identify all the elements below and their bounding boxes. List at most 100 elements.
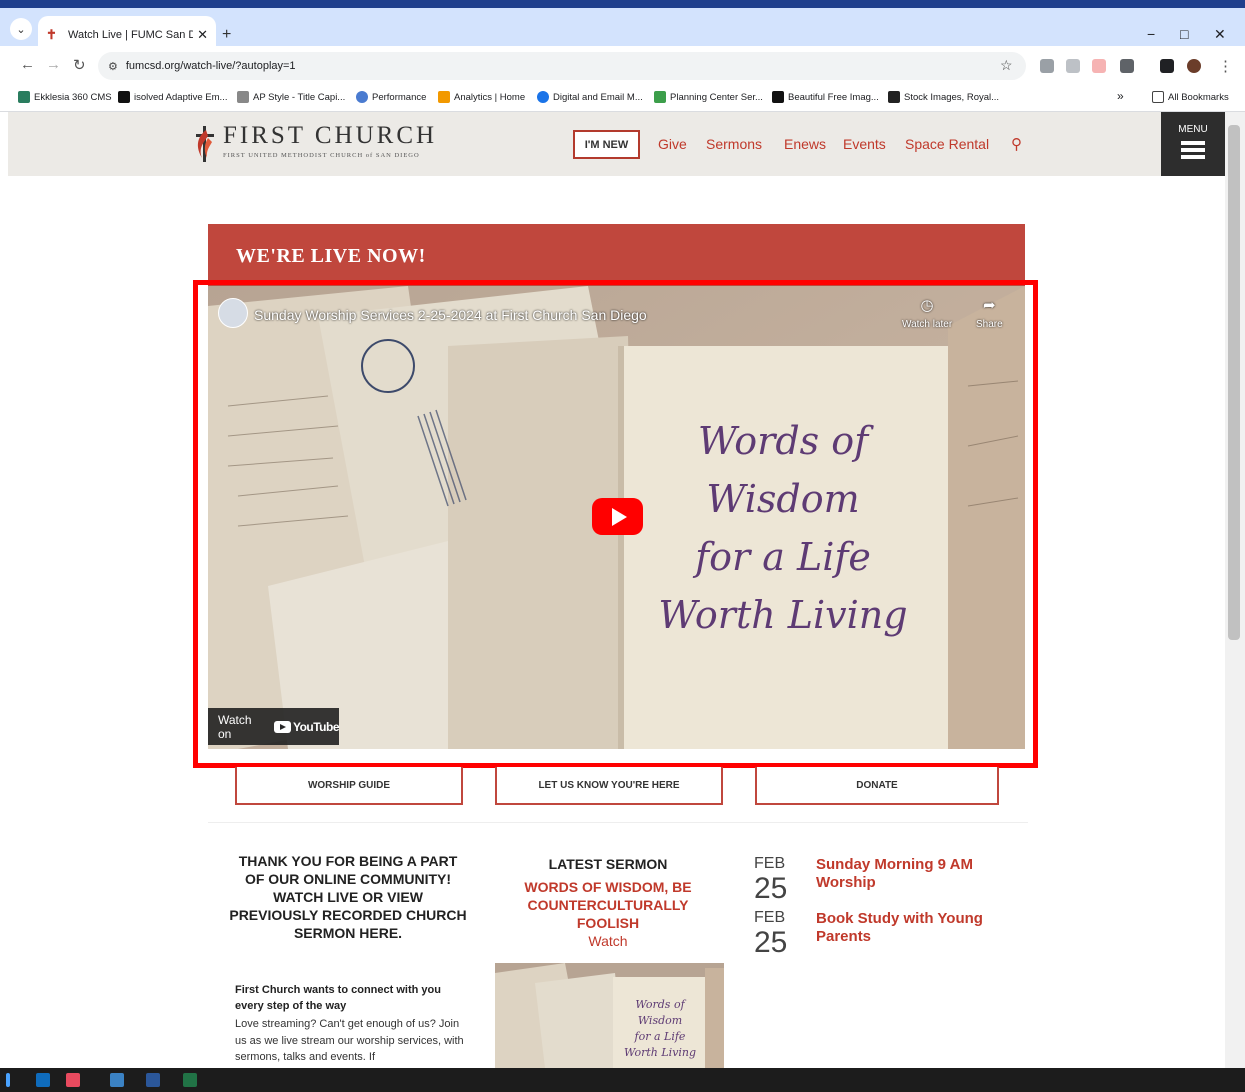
connect-body: Love streaming? Can't get enough of us? …	[235, 1018, 464, 1063]
bookmark-item[interactable]: Digital and Email M...	[537, 91, 643, 103]
event-day: 25	[754, 872, 788, 905]
outlook-icon[interactable]	[36, 1073, 50, 1087]
bookmark-favicon-icon	[654, 91, 666, 103]
scrollbar-thumb[interactable]	[1228, 125, 1240, 640]
gmail-extension-icon[interactable]	[1092, 59, 1106, 73]
fumc-favicon-icon: ✝	[46, 27, 57, 42]
bookmark-item[interactable]: Performance	[356, 91, 426, 103]
url-text: fumcsd.org/watch-live/?autoplay=1	[125, 60, 296, 72]
bookmarks-bar: Ekklesia 360 CMS isolved Adaptive Em... …	[0, 86, 1245, 112]
donate-button[interactable]: DONATE	[755, 767, 999, 805]
profile-avatar[interactable]	[1187, 59, 1201, 73]
bookmark-item[interactable]: AP Style - Title Capi...	[237, 91, 345, 103]
event-month: FEB	[754, 855, 786, 872]
event-month: FEB	[754, 909, 786, 926]
event-title-link[interactable]: Book Study with Young Parents	[816, 910, 1016, 946]
photo-app-icon[interactable]	[110, 1073, 124, 1087]
close-window-button[interactable]: ✕	[1214, 26, 1226, 43]
address-bar[interactable]: ⚙ fumcsd.org/watch-live/?autoplay=1	[98, 52, 1026, 80]
bookmarks-overflow-button[interactable]: »	[1117, 89, 1124, 103]
os-taskbar	[0, 1068, 1245, 1092]
tab-search-icon[interactable]: ⌄	[10, 18, 32, 40]
camera-extension-icon[interactable]	[1066, 59, 1080, 73]
new-tab-button[interactable]: +	[222, 26, 231, 44]
divider	[208, 822, 1028, 823]
bookmark-item[interactable]: Planning Center Ser...	[654, 91, 763, 103]
nav-give[interactable]: Give	[658, 136, 687, 152]
web-page: FIRST CHURCH FIRST UNITED METHODIST CHUR…	[8, 112, 1225, 1068]
logo-title[interactable]: FIRST CHURCH	[223, 122, 437, 150]
bookmark-item[interactable]: Stock Images, Royal...	[888, 91, 999, 103]
thumb-text: Words of Wisdom for a Life Worth Living	[615, 997, 705, 1061]
start-icon[interactable]	[6, 1073, 10, 1087]
extensions-puzzle-icon[interactable]	[1120, 59, 1134, 73]
search-icon[interactable]: ⚲	[1011, 135, 1022, 153]
hamburger-icon	[1181, 141, 1205, 159]
bookmark-item[interactable]: Analytics | Home	[438, 91, 525, 103]
highlight-annotation	[193, 280, 1038, 768]
browser-chrome: ⌄ ✝ Watch Live | FUMC San Diego ✕ + − □ …	[0, 0, 1245, 112]
site-info-icon[interactable]: ⚙	[108, 60, 118, 73]
bookmark-item[interactable]: Beautiful Free Imag...	[772, 91, 879, 103]
bookmark-item[interactable]: Ekklesia 360 CMS	[18, 91, 112, 103]
thumb-line: Words of	[635, 998, 685, 1011]
thumb-line: Worth Living	[623, 1046, 697, 1059]
let-us-know-button[interactable]: LET US KNOW YOU'RE HERE	[495, 767, 723, 805]
bookmark-favicon-icon	[537, 91, 549, 103]
nav-events[interactable]: Events	[843, 136, 886, 152]
bookmark-favicon-icon	[356, 91, 368, 103]
bookmark-favicon-icon	[772, 91, 784, 103]
analytics-icon	[438, 91, 450, 103]
tab-strip: ⌄ ✝ Watch Live | FUMC San Diego ✕ + − □ …	[0, 8, 1245, 54]
extension-icon[interactable]	[1040, 59, 1054, 73]
minimize-button[interactable]: −	[1147, 26, 1155, 42]
bookmark-label: Stock Images, Royal...	[904, 91, 1000, 103]
bookmark-label: AP Style - Title Capi...	[253, 91, 346, 103]
nav-space-rental[interactable]: Space Rental	[905, 136, 989, 152]
bookmark-label: Planning Center Ser...	[670, 91, 763, 103]
all-bookmarks-label: All Bookmarks	[1168, 91, 1229, 103]
bookmark-label: Digital and Email M...	[553, 91, 643, 103]
sermon-thumbnail[interactable]: Words of Wisdom for a Life Worth Living	[495, 963, 724, 1068]
community-heading: THANK YOU FOR BEING A PART OF OUR ONLINE…	[229, 853, 467, 941]
latest-sermon-heading: LATEST SERMON	[548, 856, 668, 872]
maximize-button[interactable]: □	[1180, 26, 1188, 42]
thumb-line: for a Life	[634, 1030, 686, 1043]
bookmark-star-icon[interactable]: ☆	[1000, 57, 1013, 74]
bookmark-label: Beautiful Free Imag...	[788, 91, 879, 103]
all-bookmarks-button[interactable]: All Bookmarks	[1152, 91, 1229, 103]
event-title-link[interactable]: Sunday Morning 9 AM Worship	[816, 856, 1016, 892]
tab-close-icon[interactable]: ✕	[197, 27, 208, 43]
bookmark-label: isolved Adaptive Em...	[134, 91, 228, 103]
nav-sermons[interactable]: Sermons	[706, 136, 762, 152]
connect-heading: First Church wants to connect with you e…	[235, 984, 441, 1012]
reload-icon[interactable]: ↻	[73, 56, 86, 74]
im-new-button[interactable]: I'M NEW	[573, 130, 640, 159]
bookmark-favicon-icon	[237, 91, 249, 103]
worship-guide-button[interactable]: WORSHIP GUIDE	[235, 767, 463, 805]
more-menu-icon[interactable]: ⋮	[1218, 57, 1233, 75]
sermon-watch-link[interactable]: Watch	[498, 933, 718, 949]
tab-title: Watch Live | FUMC San Diego	[68, 29, 194, 41]
word-icon[interactable]	[146, 1073, 160, 1087]
site-header: FIRST CHURCH FIRST UNITED METHODIST CHUR…	[8, 112, 1225, 176]
bookmark-label: Performance	[372, 91, 427, 103]
bookmark-favicon-icon	[18, 91, 30, 103]
event-day: 25	[754, 926, 788, 959]
back-icon[interactable]: ←	[20, 56, 35, 73]
nav-enews[interactable]: Enews	[784, 136, 826, 152]
side-panel-icon[interactable]	[1160, 59, 1174, 73]
bookmark-label: Ekklesia 360 CMS	[34, 91, 112, 103]
live-heading: WE'RE LIVE NOW!	[236, 245, 426, 267]
toolbar: ← → ↻ ⚙ fumcsd.org/watch-live/?autoplay=…	[0, 46, 1245, 86]
bookmark-favicon-icon	[888, 91, 900, 103]
bookmark-item[interactable]: isolved Adaptive Em...	[118, 91, 227, 103]
excel-icon[interactable]	[183, 1073, 197, 1087]
menu-label: MENU	[1178, 124, 1208, 135]
bookmark-label: Analytics | Home	[454, 91, 526, 103]
forward-icon[interactable]: →	[46, 56, 61, 73]
app-icon[interactable]	[66, 1073, 80, 1087]
menu-button[interactable]: MENU	[1161, 112, 1225, 176]
methodist-cross-flame-icon[interactable]	[194, 124, 216, 164]
sermon-title-link[interactable]: WORDS OF WISDOM, BE COUNTERCULTURALLY FO…	[513, 878, 703, 932]
